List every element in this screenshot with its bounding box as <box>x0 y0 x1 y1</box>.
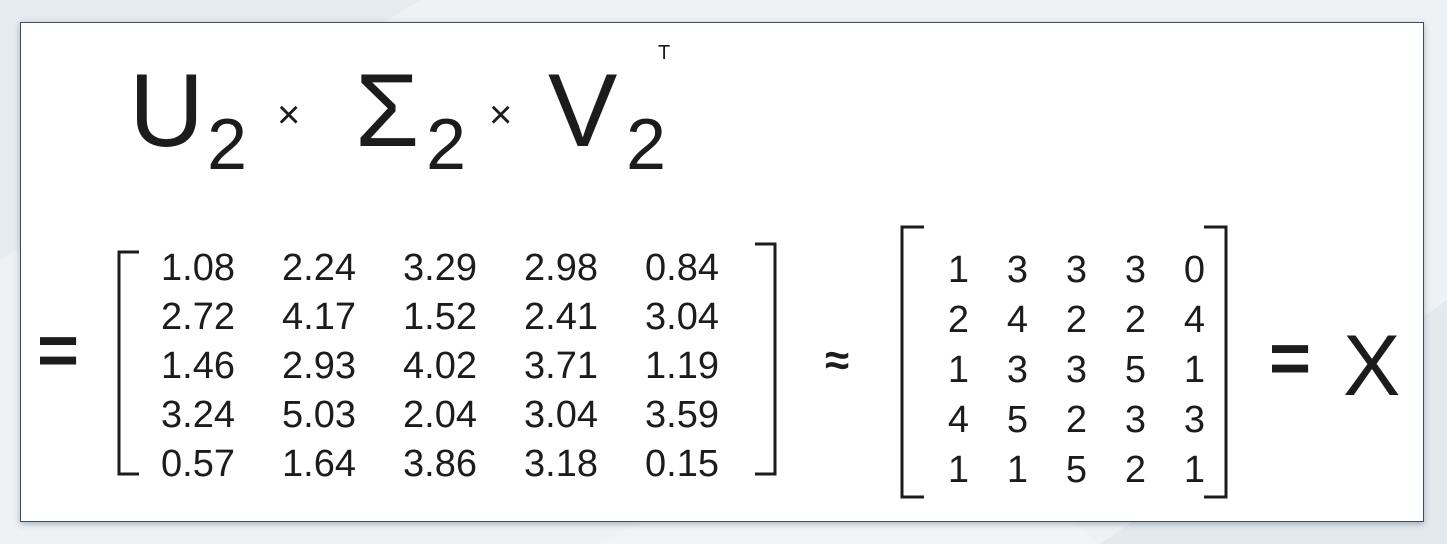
right-bracket-x-matrix <box>1204 225 1228 499</box>
formula-card: U 2 × Σ 2 × V 2 T = 1.08 2.24 3.29 2.98 0.84… <box>20 22 1424 522</box>
left-bracket-approx-matrix <box>117 250 139 476</box>
right-bracket-approx-matrix <box>755 242 777 476</box>
left-bracket-x-matrix <box>900 225 924 499</box>
matrix-brackets <box>117 225 1228 499</box>
